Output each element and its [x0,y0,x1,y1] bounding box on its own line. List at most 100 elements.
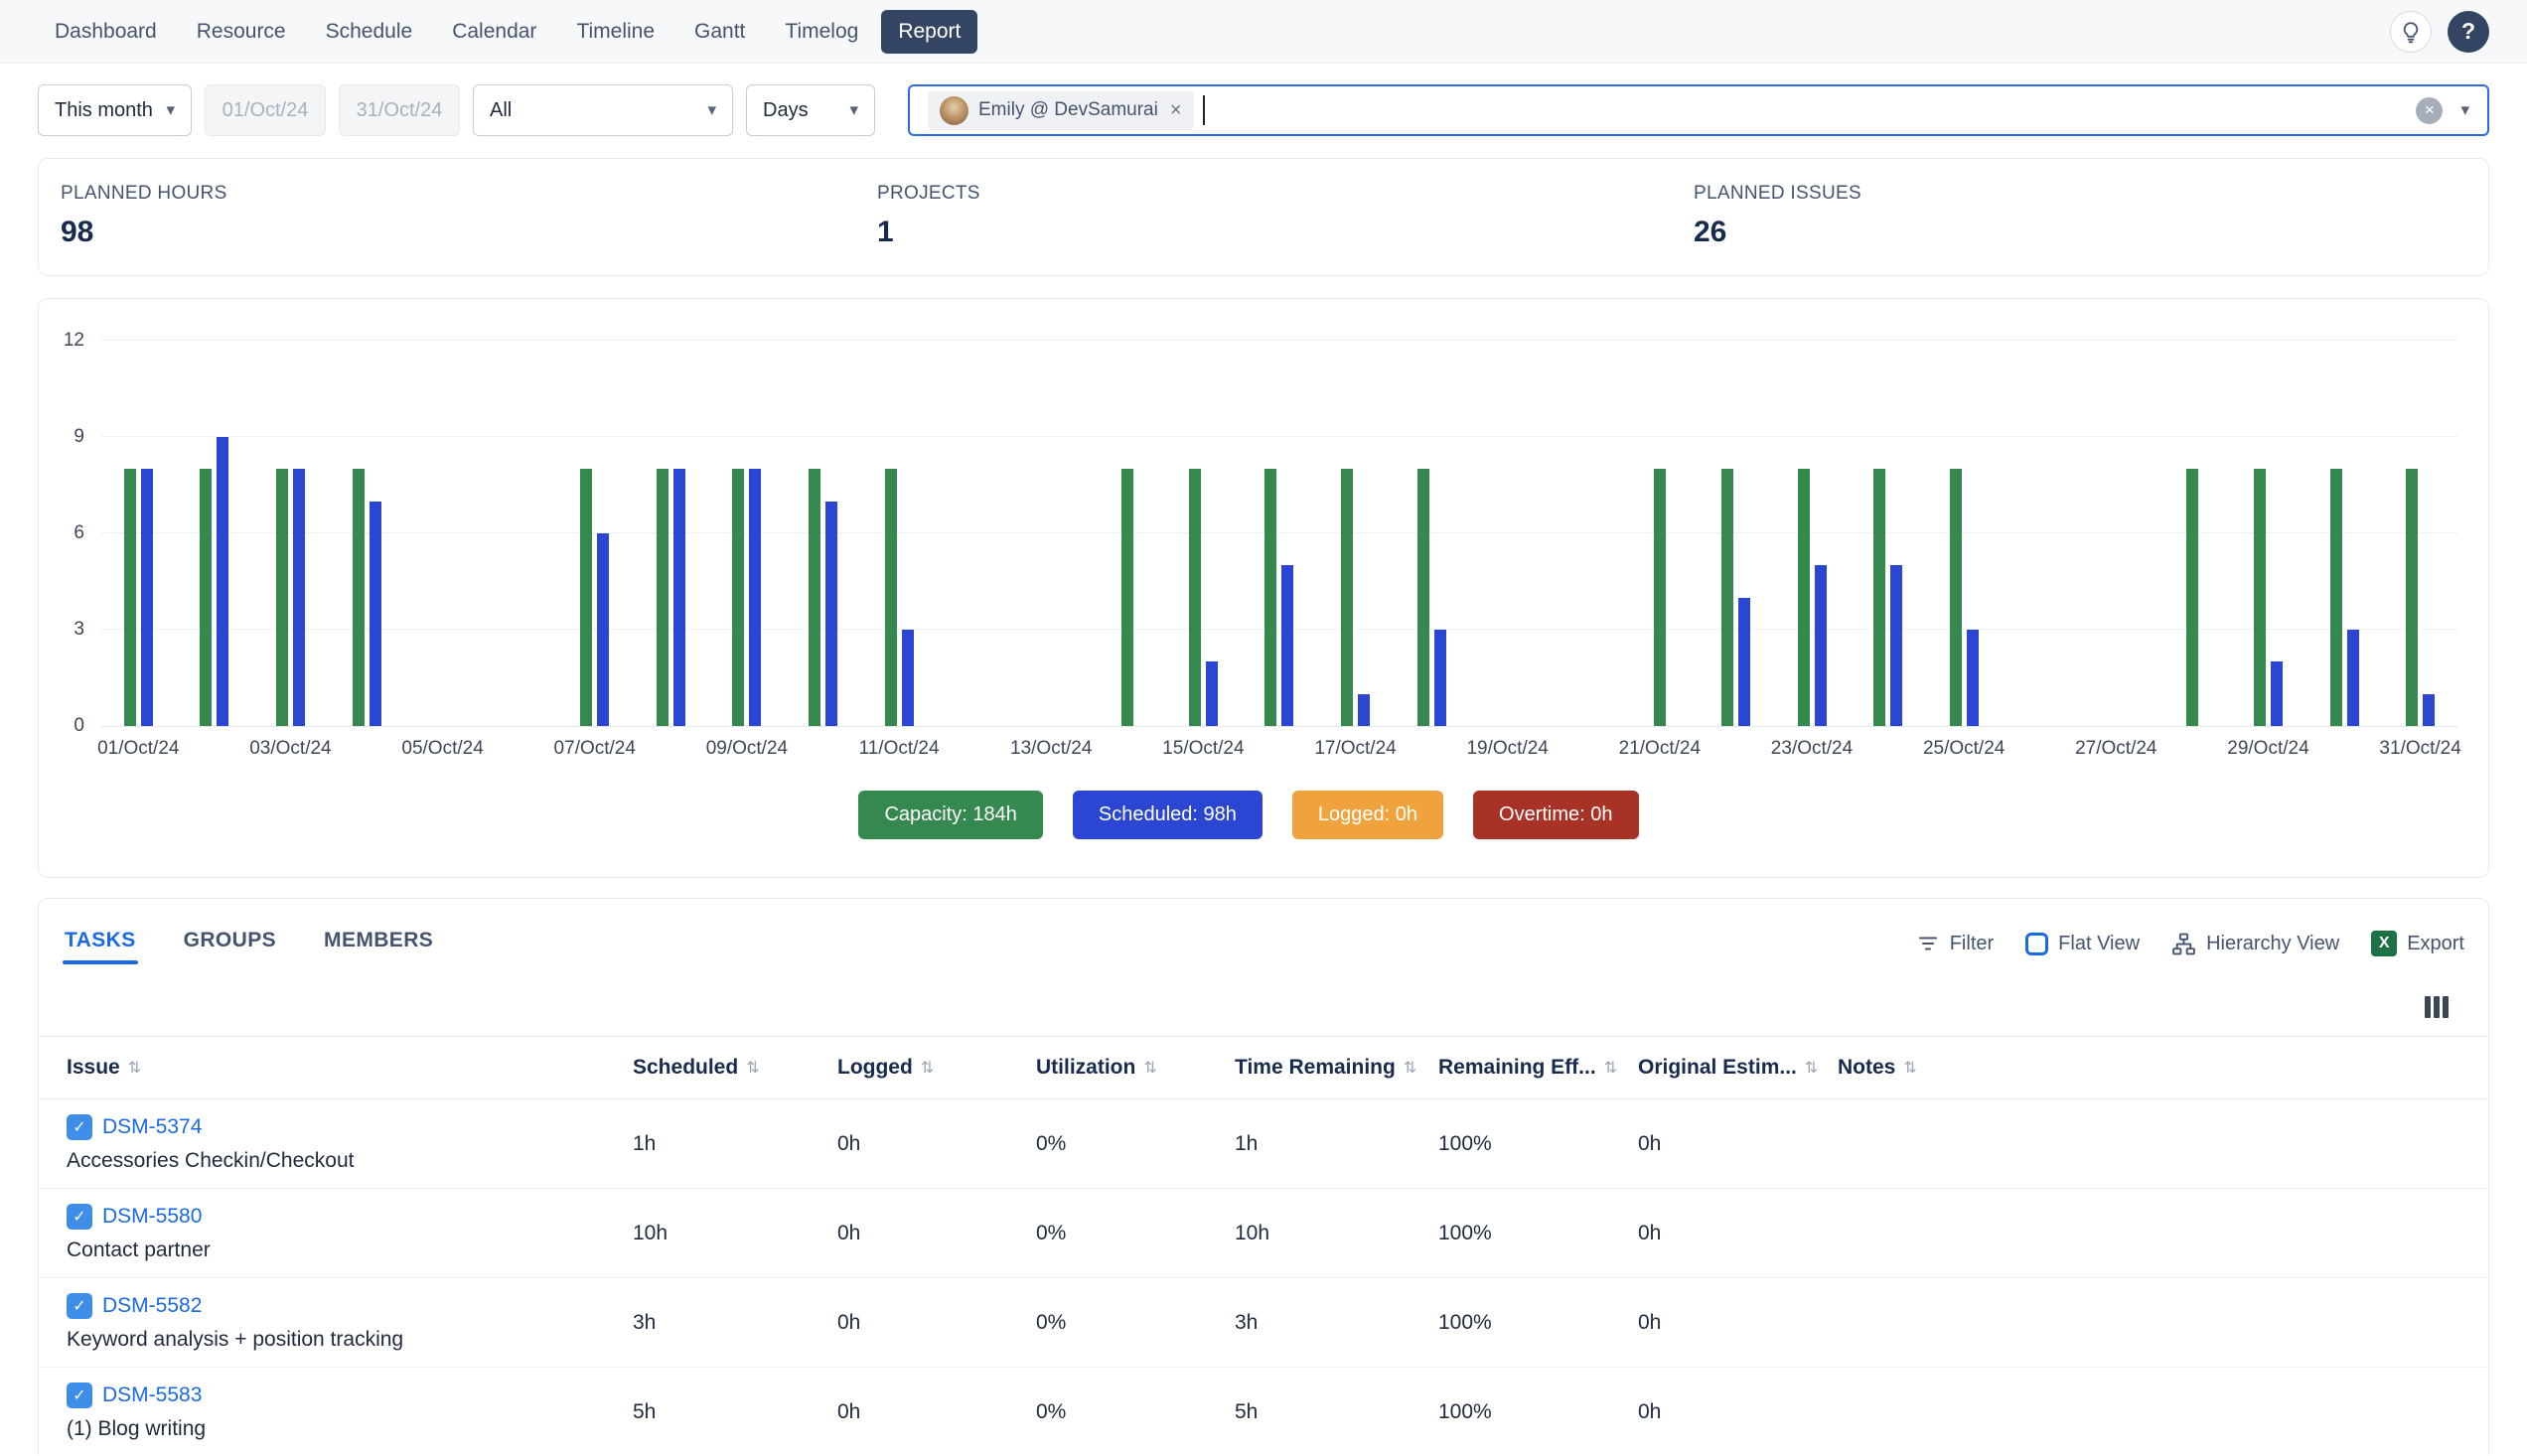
cell-utilization: 0% [1036,1311,1235,1335]
cell-original_estimate: 0h [1638,1222,1838,1245]
chevron-down-icon[interactable]: ▾ [2460,100,2469,120]
bar-group [1189,341,1218,726]
chart-day-slot: 31/Oct/24 [2382,341,2458,726]
nav-tab-gantt[interactable]: Gantt [677,10,762,54]
flat-view-button[interactable]: Flat View [2025,933,2140,955]
column-header-logged[interactable]: Logged⇅ [837,1056,1036,1080]
sort-icon[interactable]: ⇅ [746,1058,759,1078]
bar-group [885,341,914,726]
issue-key-link[interactable]: DSM-5580 [102,1205,202,1229]
summary-card: PLANNED HOURS98PROJECTS1PLANNED ISSUES26 [38,158,2489,276]
table-row: ✓DSM-5374Accessories Checkin/Checkout1h0… [39,1099,2488,1189]
filter-bar: This month ▾ 01/Oct/24 31/Oct/24 All ▾ D… [0,64,2527,152]
hierarchy-view-button[interactable]: Hierarchy View [2171,932,2339,956]
hint-button[interactable] [2390,11,2432,53]
sort-icon[interactable]: ⇅ [1805,1058,1818,1078]
legend-scheduled[interactable]: Scheduled: 98h [1073,791,1263,839]
column-settings-icon[interactable] [2425,996,2449,1018]
x-tick-label: 09/Oct/24 [706,738,788,760]
issue-key-link[interactable]: DSM-5583 [102,1383,202,1407]
filter-button[interactable]: Filter [1916,932,1994,955]
bar-scheduled [293,469,305,726]
bar-group [1950,341,1979,726]
x-tick-label: 29/Oct/24 [2227,738,2308,760]
legend-overtime[interactable]: Overtime: 0h [1473,791,1638,839]
issue-key-link[interactable]: DSM-5582 [102,1294,202,1318]
stat-planned-hours: PLANNED HOURS98 [39,183,855,249]
cell-original_estimate: 0h [1638,1400,1838,1424]
bar-scheduled [1358,694,1370,726]
sort-icon[interactable]: ⇅ [1404,1058,1416,1078]
chart-day-slot: 27/Oct/24 [2078,341,2155,726]
nav-tab-calendar[interactable]: Calendar [435,10,553,54]
project-filter-select[interactable]: All ▾ [473,84,733,136]
cell-logged: 0h [837,1132,1036,1156]
issue-key-link[interactable]: DSM-5374 [102,1115,202,1139]
bar-capacity [1798,469,1810,726]
stat-projects: PROJECTS1 [855,183,1672,249]
bar-scheduled [673,469,685,726]
column-header-issue[interactable]: Issue⇅ [67,1056,633,1080]
member-input-controls: × ▾ [2416,97,2469,124]
sort-icon[interactable]: ⇅ [128,1058,141,1078]
cell-utilization: 0% [1036,1132,1235,1156]
chart-day-slot [329,341,405,726]
bar-group [200,341,228,726]
stat-value: 26 [1694,216,2488,249]
table-top-bar: TASKS GROUPS MEMBERS Filter Flat View [39,925,2488,962]
chevron-down-icon: ▾ [166,100,175,120]
text-cursor [1203,95,1205,125]
column-header-utilization[interactable]: Utilization ⇅ [1036,1056,1235,1080]
nav-tab-resource[interactable]: Resource [180,10,303,54]
chart-day-slot [1394,341,1470,726]
nav-tab-timelog[interactable]: Timelog [768,10,875,54]
column-header-remaining-eff-[interactable]: Remaining Eff...⇅ [1438,1056,1638,1080]
cell-original_estimate: 0h [1638,1311,1838,1335]
sort-icon[interactable]: ⇅ [921,1058,934,1078]
column-header-scheduled[interactable]: Scheduled⇅ [633,1056,837,1080]
sort-icon[interactable]: ⇅ [1604,1058,1617,1078]
period-select[interactable]: This month ▾ [38,84,192,136]
chart-day-slot [2002,341,2078,726]
chart-day-slot [1546,341,1622,726]
bar-capacity [353,469,365,726]
bar-group [657,341,685,726]
member-filter-input[interactable]: Emily @ DevSamurai × × ▾ [908,84,2489,136]
nav-tab-dashboard[interactable]: Dashboard [38,10,174,54]
cell-original_estimate: 0h [1638,1132,1838,1156]
chart-day-slot [633,341,709,726]
chip-remove-icon[interactable]: × [1170,99,1182,122]
legend-logged[interactable]: Logged: 0h [1292,791,1443,839]
table-row: ✓DSM-5583(1) Blog writing5h0h0%5h100%0h [39,1368,2488,1455]
chart-day-slot [481,341,557,726]
granularity-select[interactable]: Days ▾ [746,84,875,136]
table-row: ✓DSM-5580Contact partner10h0h0%10h100%0h [39,1189,2488,1278]
help-button[interactable]: ? [2448,11,2489,53]
clear-icon[interactable]: × [2416,97,2443,124]
column-header-original-estim-[interactable]: Original Estim...⇅ [1638,1056,1838,1080]
column-label: Utilization [1036,1056,1135,1080]
stat-value: 98 [61,216,855,249]
tab-tasks[interactable]: TASKS [63,925,138,962]
tab-members[interactable]: MEMBERS [322,925,435,962]
bar-capacity [1654,469,1666,726]
legend-capacity[interactable]: Capacity: 184h [858,791,1042,839]
date-to-input: 31/Oct/24 [339,84,460,136]
nav-tab-schedule[interactable]: Schedule [309,10,430,54]
sort-icon[interactable]: ⇅ [1903,1058,1916,1078]
chart-day-slot [1242,341,1318,726]
nav-tab-timeline[interactable]: Timeline [559,10,671,54]
column-header-notes[interactable]: Notes⇅ [1838,1056,2488,1080]
column-header-time-remaining[interactable]: Time Remaining⇅ [1235,1056,1438,1080]
nav-tab-report[interactable]: Report [881,10,977,54]
issue-key: ✓DSM-5582 [67,1293,633,1319]
member-chip[interactable]: Emily @ DevSamurai × [928,91,1194,130]
bar-group [1264,341,1293,726]
sort-icon[interactable]: ⇅ [1143,1058,1156,1078]
period-value: This month [55,99,153,122]
tab-groups[interactable]: GROUPS [182,925,278,962]
bar-group [2186,341,2198,726]
task-type-icon: ✓ [67,1114,92,1140]
tasks-card: TASKS GROUPS MEMBERS Filter Flat View [38,898,2489,1455]
export-button[interactable]: X Export [2371,931,2464,956]
